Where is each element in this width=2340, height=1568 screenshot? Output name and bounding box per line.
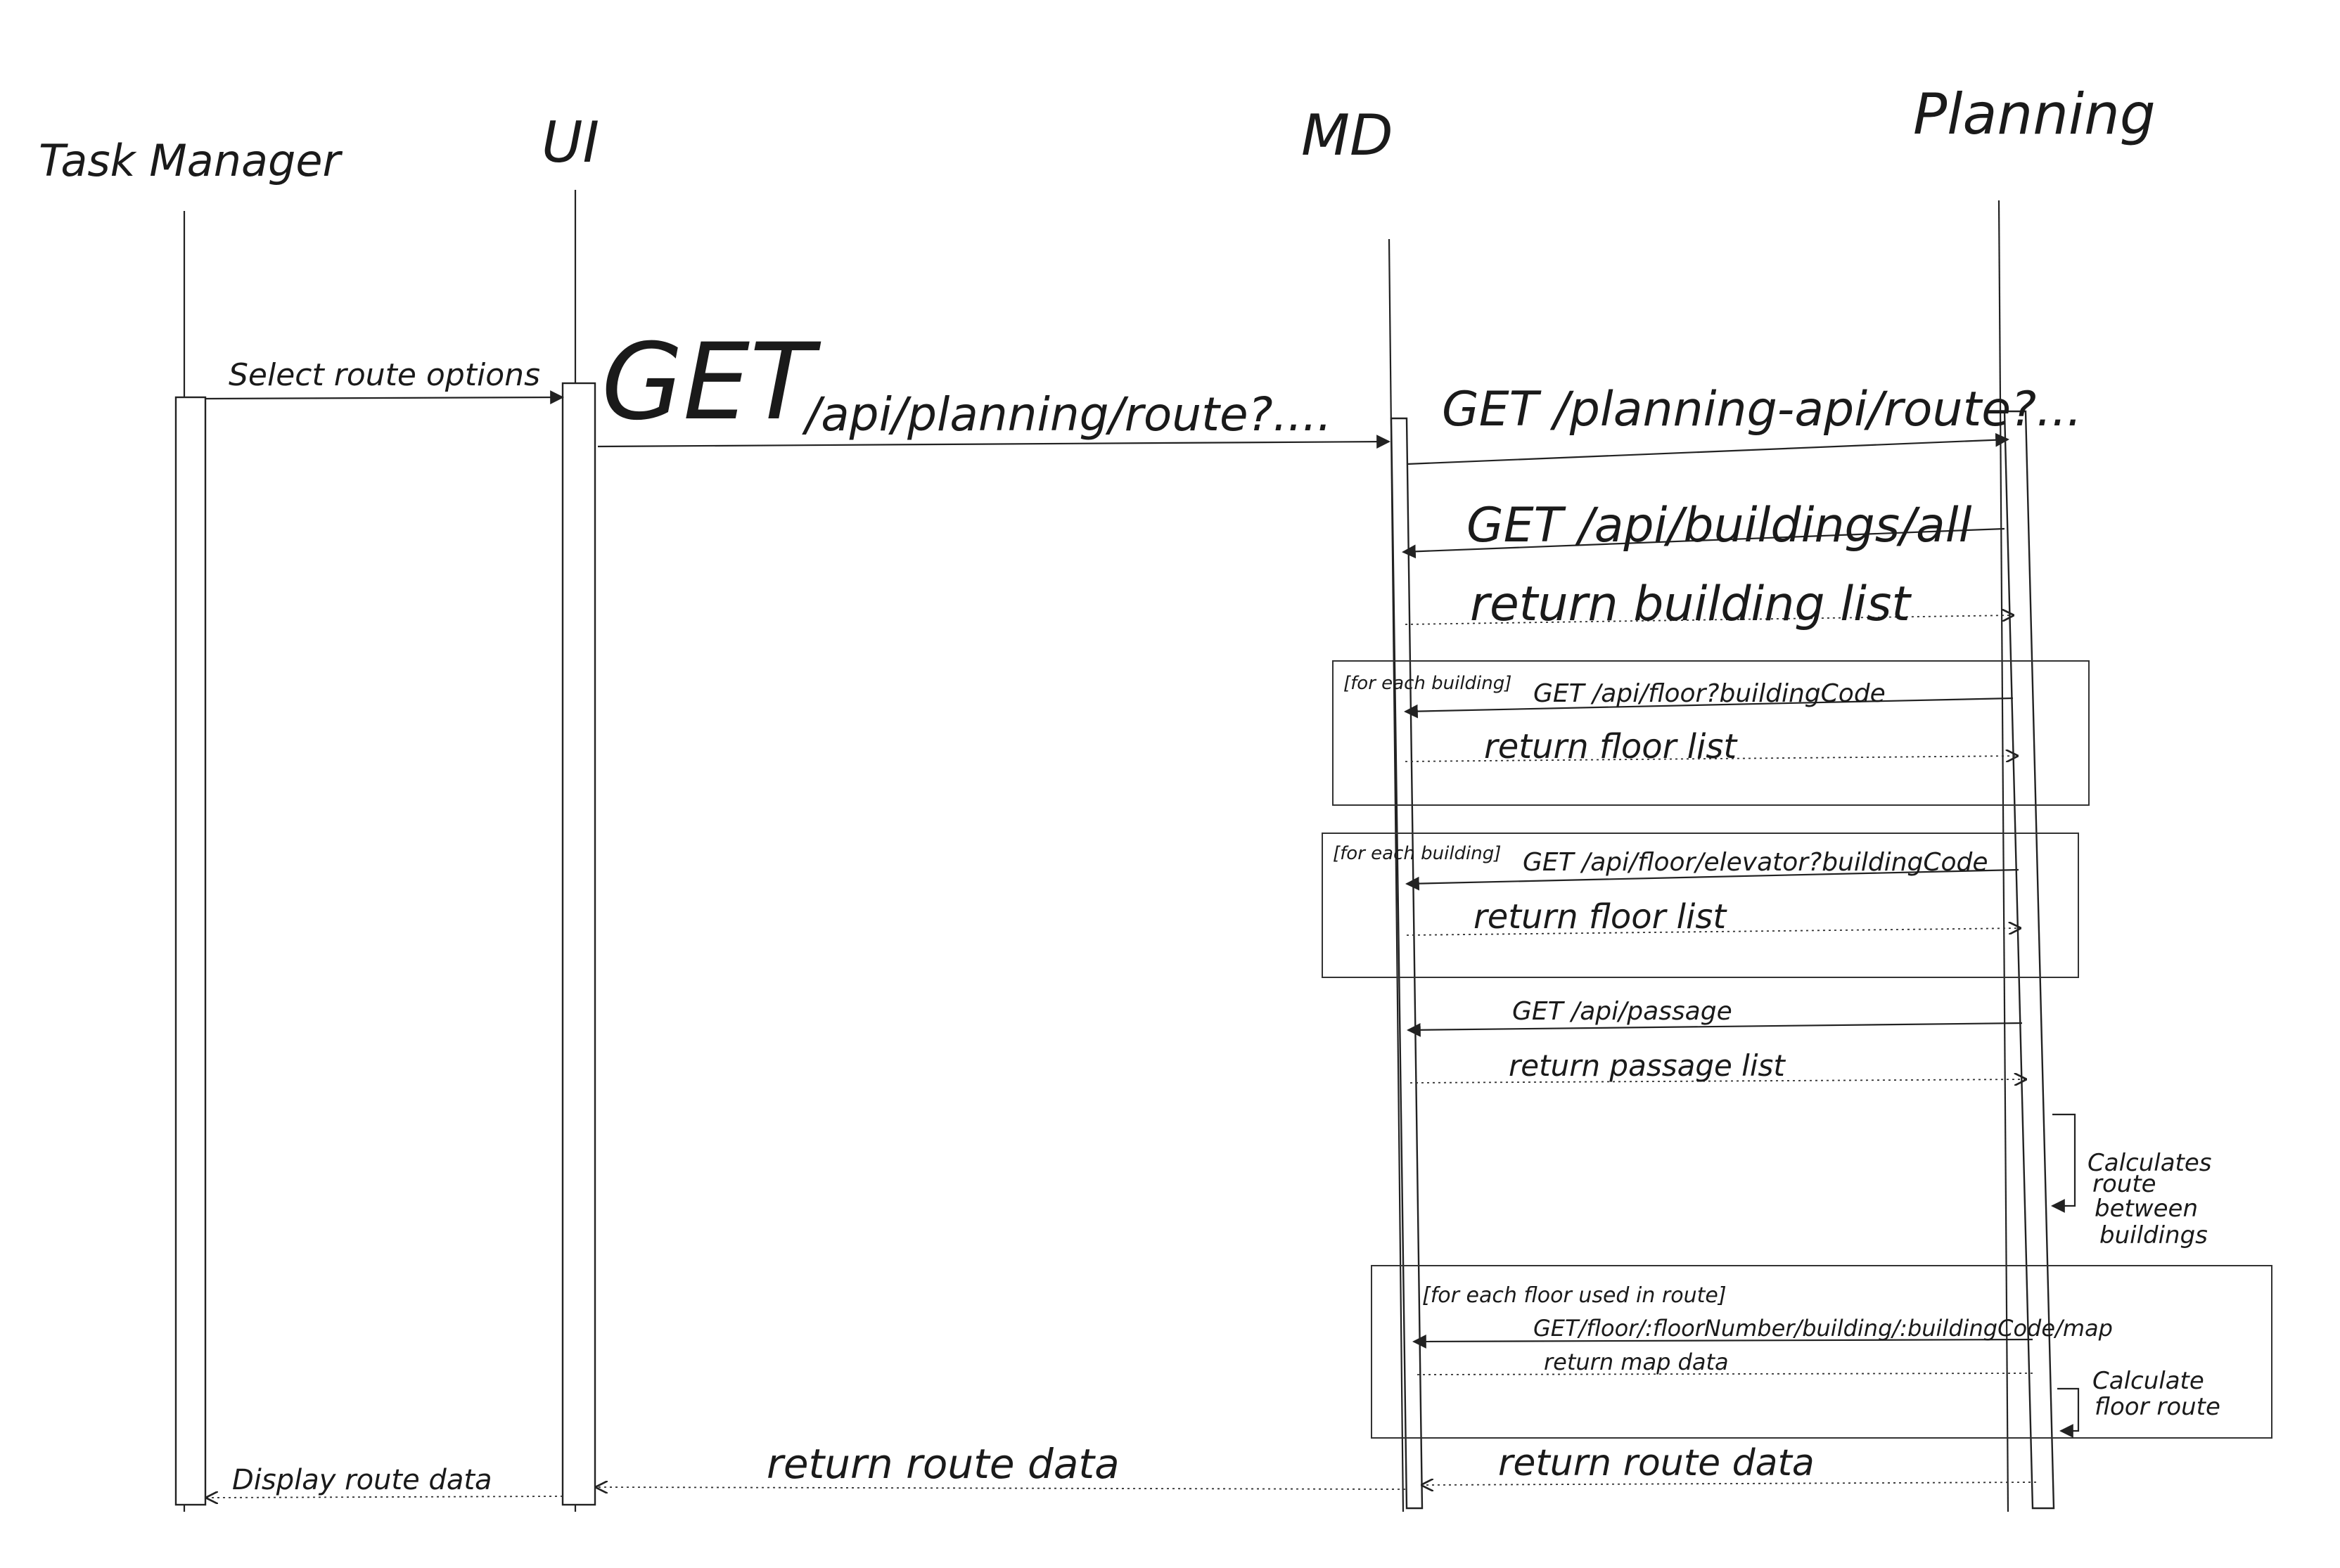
label-return-map-data: return map data [1544,1349,1729,1375]
loop-label-3: [for each floor used in route] [1422,1283,1727,1308]
participant-md: MD [1301,103,1393,168]
participant-planning: Planning [1913,82,2156,147]
label-get-buildings: GET /api/buildings/all [1466,498,1972,553]
label-display-route-data: Display route data [232,1464,492,1496]
label-return-floor-list-1: return floor list [1484,727,1738,766]
label-return-route-data-ui: return route data [767,1440,1120,1488]
label-get-floor-elevator: GET /api/floor/elevator?buildingCode [1523,848,1988,877]
note-calc-floor-1: Calculate [2092,1367,2204,1395]
label-get-floor-map: GET/floor/:floorNumber/building/:buildin… [1533,1315,2113,1342]
arrow-select-route [205,390,564,404]
note-calc-buildings-3: between [2095,1195,2198,1223]
note-calc-buildings-2: route [2092,1170,2156,1198]
return-display-route-data [207,1496,563,1498]
label-get-passage: GET /api/passage [1512,997,1732,1026]
label-return-passage-list: return passage list [1509,1048,1786,1083]
loop-label-2: [for each building] [1333,843,1501,864]
participant-task-manager: Task Manager [39,135,343,186]
participant-ui: UI [542,110,599,175]
activation-planning [2003,410,2055,1510]
label-return-route-data-md: return route data [1498,1442,1815,1484]
sequence-diagram: Task Manager UI MD Planning Select route… [39,82,2272,1512]
label-get-planning-route: GET /planning-api/route?... [1442,382,2082,437]
label-get-floor: GET /api/floor?buildingCode [1533,679,1886,708]
activation-task-manager [174,396,207,1506]
note-calc-buildings-4: buildings [2099,1221,2208,1249]
note-calc-floor-2: floor route [2095,1393,2220,1421]
activation-ui [561,382,596,1506]
arrow-get-planning-route [1406,432,2009,465]
activation-md [1390,417,1424,1510]
self-call-calc-buildings [2051,1113,2076,1213]
label-select-route: Select route options [229,357,540,393]
label-return-floor-list-2: return floor list [1473,897,1727,937]
self-call-calc-floor [2057,1387,2080,1438]
loop-label-1: [for each building] [1343,673,1511,694]
label-get-word: GET [601,321,821,444]
label-return-building-list: return building list [1470,577,1912,632]
label-get-api-route: /api/planning/route?.... [802,387,1332,442]
